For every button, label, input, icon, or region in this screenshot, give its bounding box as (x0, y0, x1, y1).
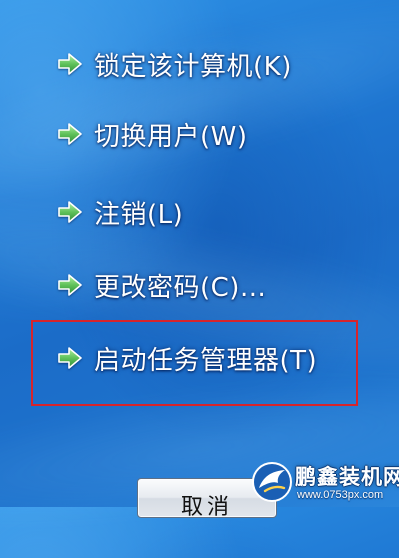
menu-item-label: 启动任务管理器(T) (94, 345, 318, 376)
arrow-right-icon (58, 201, 82, 223)
menu-item-change-password[interactable]: 更改密码(C)... (58, 263, 266, 307)
arrow-right-icon (58, 274, 82, 296)
menu-item-label: 注销(L) (94, 199, 184, 230)
arrow-right-icon (58, 347, 82, 369)
menu-item-label: 切换用户(W) (94, 121, 248, 152)
menu-item-start-task-manager[interactable]: 启动任务管理器(T) (58, 336, 317, 380)
menu-item-log-off[interactable]: 注销(L) (58, 190, 183, 234)
arrow-right-icon (58, 123, 82, 145)
menu-item-label: 更改密码(C)... (94, 272, 267, 303)
menu-item-switch-user[interactable]: 切换用户(W) (58, 112, 248, 156)
cancel-button-label: 取消 (180, 495, 233, 520)
site-logo-icon (252, 462, 292, 502)
menu-item-lock-computer[interactable]: 锁定该计算机(K) (58, 42, 292, 86)
watermark: 鹏鑫装机网 www.0753px.com (251, 459, 399, 505)
watermark-url: www.0753px.com (297, 489, 384, 501)
arrow-right-icon (58, 53, 82, 75)
watermark-title: 鹏鑫装机网 (295, 465, 399, 489)
menu-item-label: 锁定该计算机(K) (94, 51, 292, 82)
